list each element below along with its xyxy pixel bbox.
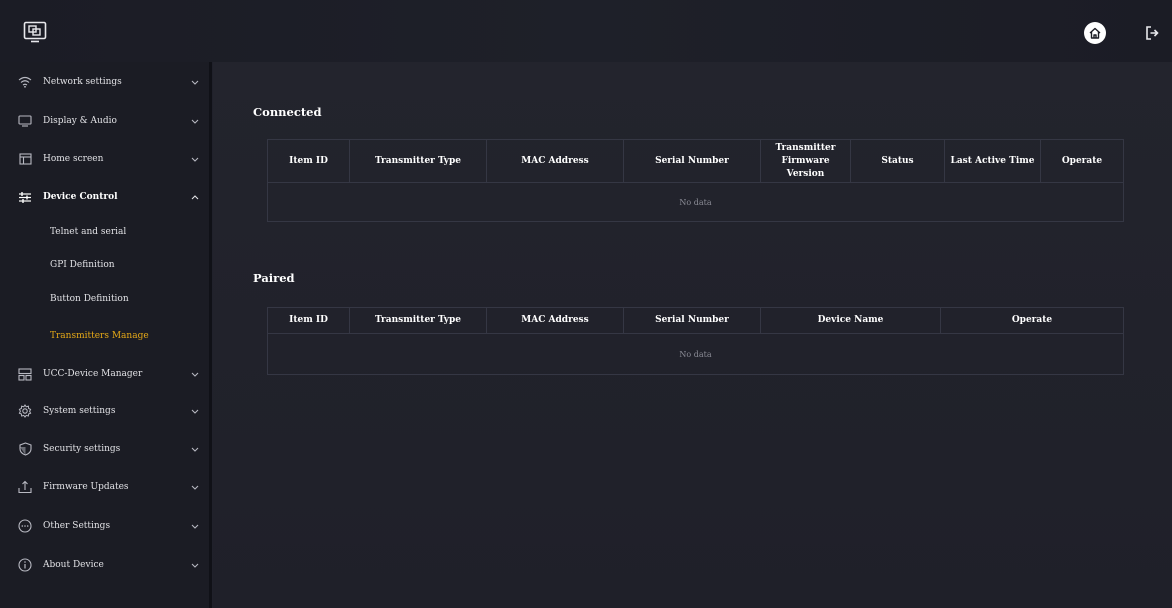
column-header: Item ID	[267, 139, 350, 183]
more-icon	[17, 518, 33, 534]
chevron-up-icon	[190, 192, 200, 202]
sidebar-subitem-gpi-definition[interactable]: GPI Definition	[0, 249, 209, 281]
empty-state-text: No data	[679, 349, 712, 359]
sidebar-item-display-audio[interactable]: Display & Audio	[0, 103, 209, 139]
column-header: Last Active Time	[944, 139, 1041, 183]
sidebar-item-firmware-updates[interactable]: Firmware Updates	[0, 469, 209, 505]
section-title-connected: Connected	[253, 105, 322, 119]
sidebar-item-label: About Device	[43, 560, 104, 570]
sidebar-item-label: Home screen	[43, 154, 104, 164]
gear-icon	[17, 403, 33, 419]
column-header: MAC Address	[486, 139, 624, 183]
main-content: Connected Item ID Transmitter Type MAC A…	[213, 62, 1172, 608]
column-header: Transmitter Type	[349, 139, 487, 183]
column-header: Serial Number	[623, 139, 761, 183]
column-header: Item ID	[267, 307, 350, 334]
sidebar: Network settings Display & Audio Home sc…	[0, 62, 212, 608]
column-header: Transmitter Type	[349, 307, 487, 334]
upload-icon	[17, 479, 33, 495]
home-icon[interactable]	[1084, 22, 1106, 44]
sidebar-item-device-control[interactable]: Device Control	[0, 179, 209, 215]
chevron-down-icon	[190, 116, 200, 126]
sidebar-subitem-telnet-serial[interactable]: Telnet and serial	[0, 216, 209, 248]
section-title-paired: Paired	[253, 271, 295, 285]
table-header-row: Item ID Transmitter Type MAC Address Ser…	[267, 139, 1124, 183]
column-header: Serial Number	[623, 307, 761, 334]
column-header: Operate	[940, 307, 1124, 334]
paired-table: Item ID Transmitter Type MAC Address Ser…	[267, 307, 1124, 375]
info-icon	[17, 557, 33, 573]
sidebar-subitem-label: Transmitters Manage	[50, 331, 149, 341]
shield-icon	[17, 441, 33, 457]
wifi-icon	[17, 74, 33, 90]
sidebar-item-label: UCC-Device Manager	[43, 369, 143, 379]
sidebar-item-label: Display & Audio	[43, 116, 117, 126]
column-header: MAC Address	[486, 307, 624, 334]
chevron-down-icon	[190, 444, 200, 454]
sidebar-subitem-transmitters-manage[interactable]: Transmitters Manage	[0, 320, 209, 352]
top-bar	[0, 0, 1172, 62]
chevron-down-icon	[190, 482, 200, 492]
sidebar-item-label: Other Settings	[43, 521, 111, 531]
table-header-row: Item ID Transmitter Type MAC Address Ser…	[267, 307, 1124, 334]
sidebar-item-label: Security settings	[43, 444, 121, 454]
chevron-down-icon	[190, 369, 200, 379]
home-screen-icon	[17, 151, 33, 167]
sidebar-subitem-label: Button Definition	[50, 294, 129, 304]
sidebar-item-label: Network settings	[43, 77, 122, 87]
sidebar-item-ucc-device-manager[interactable]: UCC-Device Manager	[0, 356, 209, 392]
chevron-down-icon	[190, 560, 200, 570]
monitor-icon	[17, 113, 33, 129]
sidebar-subitem-button-definition[interactable]: Button Definition	[0, 283, 209, 315]
sidebar-item-label: Device Control	[43, 192, 118, 202]
empty-row: No data	[268, 183, 1124, 222]
column-header: Operate	[1040, 139, 1124, 183]
column-header: Transmitter Firmware Version	[760, 139, 851, 183]
sidebar-item-label: System settings	[43, 406, 116, 416]
device-manager-icon	[17, 366, 33, 382]
column-header: Status	[850, 139, 945, 183]
sliders-icon	[17, 189, 33, 205]
chevron-down-icon	[190, 77, 200, 87]
logout-icon[interactable]	[1141, 22, 1163, 44]
empty-state-text: No data	[679, 197, 712, 207]
sidebar-item-home-screen[interactable]: Home screen	[0, 141, 209, 177]
sidebar-item-about-device[interactable]: About Device	[0, 547, 209, 583]
screen-share-icon[interactable]	[22, 20, 48, 44]
chevron-down-icon	[190, 406, 200, 416]
column-header: Device Name	[760, 307, 941, 334]
sidebar-item-system-settings[interactable]: System settings	[0, 393, 209, 429]
chevron-down-icon	[190, 521, 200, 531]
empty-row: No data	[268, 334, 1124, 375]
sidebar-item-label: Firmware Updates	[43, 482, 129, 492]
connected-table: Item ID Transmitter Type MAC Address Ser…	[267, 139, 1124, 222]
sidebar-item-security-settings[interactable]: Security settings	[0, 431, 209, 467]
chevron-down-icon	[190, 154, 200, 164]
sidebar-subitem-label: GPI Definition	[50, 260, 115, 270]
sidebar-subitem-label: Telnet and serial	[50, 227, 127, 237]
sidebar-item-network-settings[interactable]: Network settings	[0, 64, 209, 100]
sidebar-item-other-settings[interactable]: Other Settings	[0, 508, 209, 544]
